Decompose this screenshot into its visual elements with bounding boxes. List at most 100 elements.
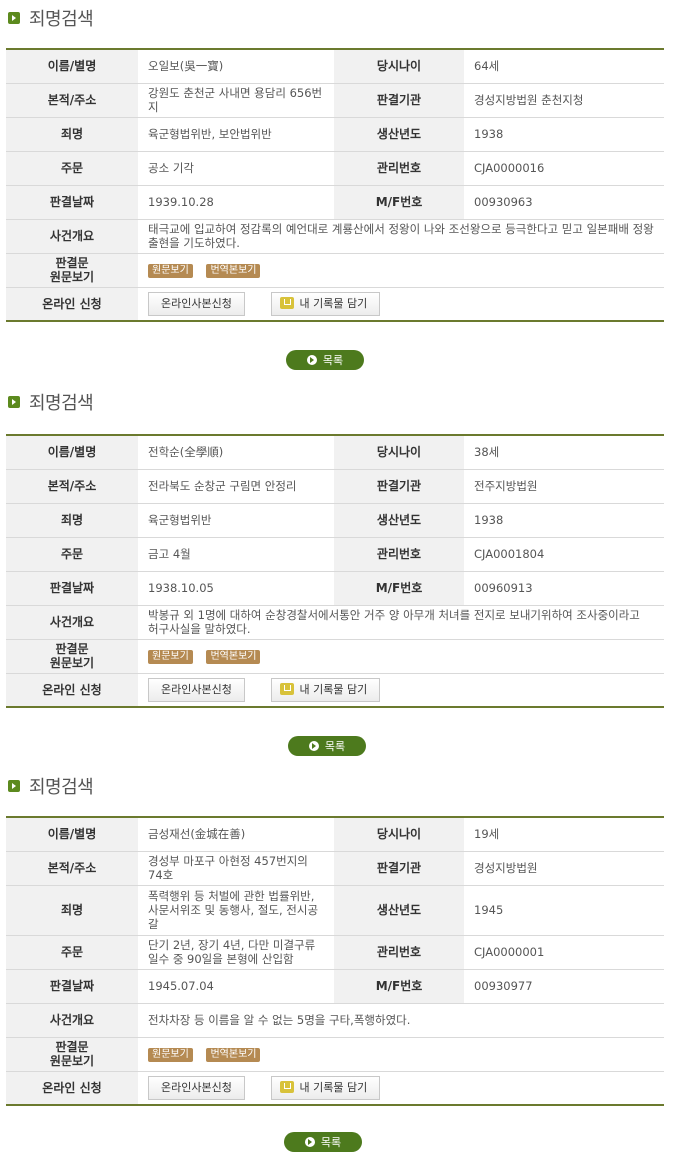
table-row: 이름/별명 전학순(全學順) 당시나이 38세	[6, 435, 664, 470]
section-title: 죄명검색	[8, 388, 94, 416]
table-row: 사건개요 태극교에 입교하여 정감록의 예언대로 계룡산에서 정왕이 나와 조선…	[6, 219, 664, 254]
label-birth-year: 생산년도	[334, 117, 464, 152]
label-summary: 사건개요	[6, 1003, 138, 1038]
label-sentence: 주문	[6, 935, 138, 970]
record-section: 죄명검색 이름/별명 전학순(全學順) 당시나이 38세 본적/주소 전라북도 …	[0, 384, 679, 776]
view-original-button[interactable]: 원문보기	[148, 264, 193, 278]
value-address: 전라북도 순창군 구림면 안정리	[138, 469, 334, 504]
label-age: 당시나이	[334, 435, 464, 470]
value-crime: 육군형법위반, 보안법위반	[138, 117, 334, 152]
label-age: 당시나이	[334, 49, 464, 84]
list-button[interactable]: 목록	[288, 736, 366, 756]
arrow-circle-icon	[304, 1137, 315, 1147]
value-court: 경성지방법원	[464, 851, 664, 886]
value-birth-year: 1938	[464, 117, 664, 152]
label-date: 판결날짜	[6, 571, 138, 606]
value-court: 전주지방법원	[464, 469, 664, 504]
record-table: 이름/별명 전학순(全學順) 당시나이 38세 본적/주소 전라북도 순창군 구…	[6, 434, 664, 708]
label-crime: 죄명	[6, 503, 138, 538]
table-row: 죄명 육군형법위반 생산년도 1938	[6, 503, 664, 538]
label-online: 온라인 신청	[6, 287, 138, 321]
table-row: 이름/별명 금성재선(金城在善) 당시나이 19세	[6, 817, 664, 852]
table-row: 죄명 육군형법위반, 보안법위반 생산년도 1938	[6, 117, 664, 152]
view-translation-button[interactable]: 번역본보기	[206, 1048, 261, 1062]
view-translation-button[interactable]: 번역본보기	[206, 650, 261, 664]
label-court: 판결기관	[334, 83, 464, 118]
value-address: 경성부 마포구 아현정 457번지의 74호	[138, 851, 334, 886]
value-court: 경성지방법원 춘천지청	[464, 83, 664, 118]
cart-icon	[279, 296, 294, 309]
value-summary: 전차차장 등 이름을 알 수 없는 5명을 구타,폭행하였다.	[138, 1003, 664, 1038]
table-row: 판결문 원문보기 원문보기 번역본보기	[6, 639, 664, 674]
online-copy-request-button[interactable]: 온라인사본신청	[148, 1075, 245, 1100]
label-online: 온라인 신청	[6, 1071, 138, 1105]
record-table: 이름/별명 오일보(吳一寶) 당시나이 64세 본적/주소 강원도 춘천군 사내…	[6, 48, 664, 322]
list-button[interactable]: 목록	[286, 350, 364, 370]
value-mgmt-no: CJA0000016	[464, 151, 664, 186]
label-mf-no: M/F번호	[334, 571, 464, 606]
value-date: 1939.10.28	[138, 185, 334, 220]
arrow-circle-icon	[308, 741, 319, 751]
judgment-buttons: 원문보기 번역본보기	[138, 1037, 664, 1072]
add-to-my-records-button[interactable]: 내 기록물 담기	[270, 677, 381, 702]
online-copy-request-button[interactable]: 온라인사본신청	[148, 677, 245, 702]
section-title: 죄명검색	[8, 4, 94, 32]
value-crime: 육군형법위반	[138, 503, 334, 538]
record-section: 죄명검색 이름/별명 오일보(吳一寶) 당시나이 64세 본적/주소 강원도 춘…	[0, 0, 679, 392]
add-to-my-records-label: 내 기록물 담기	[299, 682, 368, 696]
table-row: 본적/주소 강원도 춘천군 사내면 용담리 656번지 판결기관 경성지방법원 …	[6, 83, 664, 118]
view-original-button[interactable]: 원문보기	[148, 650, 193, 664]
label-birth-year: 생산년도	[334, 885, 464, 936]
value-sentence: 공소 기각	[138, 151, 334, 186]
table-row: 판결날짜 1939.10.28 M/F번호 00930963	[6, 185, 664, 220]
value-date: 1945.07.04	[138, 969, 334, 1004]
table-row: 사건개요 전차차장 등 이름을 알 수 없는 5명을 구타,폭행하였다.	[6, 1003, 664, 1038]
table-row: 이름/별명 오일보(吳一寶) 당시나이 64세	[6, 49, 664, 84]
label-date: 판결날짜	[6, 969, 138, 1004]
value-mf-no: 00930963	[464, 185, 664, 220]
table-row: 판결문 원문보기 원문보기 번역본보기	[6, 1037, 664, 1072]
label-summary: 사건개요	[6, 219, 138, 254]
online-buttons: 온라인사본신청 내 기록물 담기	[138, 1071, 664, 1105]
online-copy-request-button[interactable]: 온라인사본신청	[148, 291, 245, 316]
label-summary: 사건개요	[6, 605, 138, 640]
arrow-circle-icon	[306, 355, 317, 365]
value-birth-year: 1938	[464, 503, 664, 538]
table-row: 본적/주소 경성부 마포구 아현정 457번지의 74호 판결기관 경성지방법원	[6, 851, 664, 886]
value-mgmt-no: CJA0000001	[464, 935, 664, 970]
record-section: 죄명검색 이름/별명 금성재선(金城在善) 당시나이 19세 본적/주소 경성부…	[0, 768, 679, 1160]
judgment-buttons: 원문보기 번역본보기	[138, 253, 664, 288]
label-mf-no: M/F번호	[334, 969, 464, 1004]
value-crime: 폭력행위 등 처벌에 관한 법률위반, 사문서위조 및 동행사, 절도, 전시공…	[138, 885, 334, 936]
label-online: 온라인 신청	[6, 673, 138, 707]
label-crime: 죄명	[6, 117, 138, 152]
table-row: 온라인 신청 온라인사본신청 내 기록물 담기	[6, 673, 664, 707]
cart-icon	[279, 1080, 294, 1093]
add-to-my-records-button[interactable]: 내 기록물 담기	[270, 1075, 381, 1100]
table-row: 온라인 신청 온라인사본신청 내 기록물 담기	[6, 287, 664, 321]
label-judgment: 판결문 원문보기	[6, 1037, 138, 1072]
section-title-text: 죄명검색	[29, 393, 94, 414]
label-birth-year: 생산년도	[334, 503, 464, 538]
section-title: 죄명검색	[8, 772, 94, 800]
value-name: 금성재선(金城在善)	[138, 817, 334, 852]
list-button[interactable]: 목록	[284, 1132, 362, 1152]
value-summary: 태극교에 입교하여 정감록의 예언대로 계룡산에서 정왕이 나와 조선왕으로 등…	[138, 219, 664, 254]
label-judgment: 판결문 원문보기	[6, 253, 138, 288]
add-to-my-records-button[interactable]: 내 기록물 담기	[270, 291, 381, 316]
view-original-button[interactable]: 원문보기	[148, 1048, 193, 1062]
view-translation-button[interactable]: 번역본보기	[206, 264, 261, 278]
value-mf-no: 00960913	[464, 571, 664, 606]
value-mf-no: 00930977	[464, 969, 664, 1004]
record-table: 이름/별명 금성재선(金城在善) 당시나이 19세 본적/주소 경성부 마포구 …	[6, 816, 664, 1106]
label-mgmt-no: 관리번호	[334, 935, 464, 970]
value-date: 1938.10.05	[138, 571, 334, 606]
value-mgmt-no: CJA0001804	[464, 537, 664, 572]
add-to-my-records-label: 내 기록물 담기	[299, 296, 368, 310]
value-name: 오일보(吳一寶)	[138, 49, 334, 84]
section-title-text: 죄명검색	[29, 777, 94, 798]
label-name: 이름/별명	[6, 49, 138, 84]
value-summary: 박봉규 외 1명에 대하여 순창경찰서에서통안 거주 양 아무개 처녀를 전지로…	[138, 605, 664, 640]
online-buttons: 온라인사본신청 내 기록물 담기	[138, 673, 664, 707]
label-mf-no: M/F번호	[334, 185, 464, 220]
